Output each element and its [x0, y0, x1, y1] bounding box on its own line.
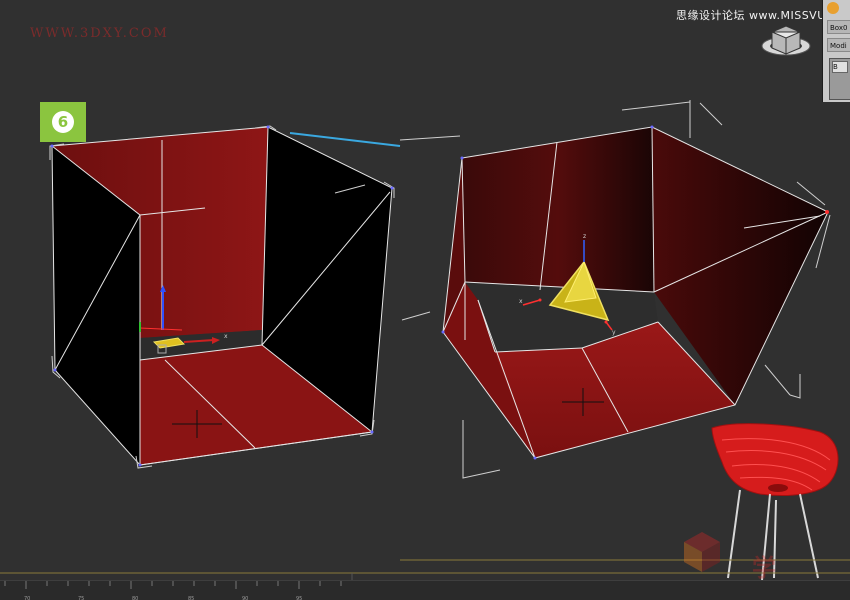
viewport-stage[interactable]: x z x y WWW.3DXY.COM 思缘设计论坛 www.MISSVU 6…	[0, 0, 850, 600]
left-box-model[interactable]: x	[49, 125, 395, 469]
right-box-back-face	[462, 127, 654, 292]
timeline-ruler[interactable]: 70 75 80 85 90 95	[0, 580, 850, 600]
step-number-badge: 6	[40, 102, 86, 142]
viewport-canvas[interactable]: x z x y	[0, 0, 850, 600]
modifier-list-dropdown[interactable]: Modi	[827, 38, 850, 52]
modifier-stack-item[interactable]: B	[832, 61, 848, 73]
right-gizmo-x-label: x	[519, 298, 523, 305]
right-box-selected-vertex[interactable]	[825, 210, 829, 214]
watermark-logo-icon	[684, 532, 720, 572]
timeline-tick-label: 90	[242, 596, 249, 600]
command-panel[interactable]: Box0 Modi B	[822, 0, 850, 102]
timeline-tick-label: 75	[78, 596, 85, 600]
timeline-tick-label: 80	[132, 596, 139, 600]
right-box-model[interactable]: z x y	[401, 100, 831, 479]
object-name-field[interactable]: Box0	[827, 20, 850, 34]
timeline-tick-label: 85	[188, 596, 195, 600]
timeline-tick-label: 70	[24, 596, 31, 600]
create-tab-icon[interactable]	[827, 2, 839, 14]
bbox-fragment	[399, 135, 461, 141]
connector-arrow-line	[289, 132, 401, 147]
step-number: 6	[52, 111, 74, 133]
modifier-stack[interactable]: B	[829, 58, 850, 100]
right-gizmo-z-label: z	[583, 233, 586, 240]
timeline-tick-label: 95	[296, 596, 303, 600]
timeline-ticks	[4, 581, 342, 589]
left-gizmo-x-label: x	[224, 333, 228, 340]
watermark-left-url: WWW.3DXY.COM	[30, 26, 169, 41]
right-gizmo-y-label: y	[612, 329, 616, 336]
watermark-logo-text: 学	[752, 554, 776, 582]
viewcube-icon[interactable]	[761, 25, 811, 56]
